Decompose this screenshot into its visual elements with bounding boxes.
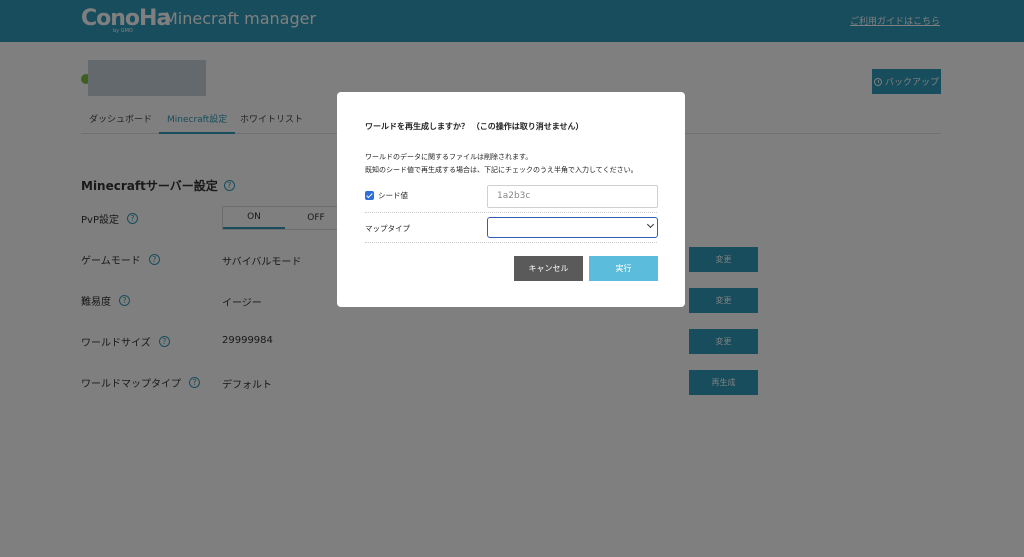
- map-type-select[interactable]: [487, 217, 658, 238]
- seed-checkbox[interactable]: [365, 191, 374, 200]
- run-button[interactable]: 実行: [589, 256, 658, 281]
- dialog-desc-line1: ワールドのデータに関するファイルは削除されます。: [365, 153, 533, 161]
- seed-input[interactable]: 1a2b3c: [487, 185, 658, 208]
- divider: [365, 212, 657, 213]
- regenerate-dialog: ワールドを再生成しますか？ （この操作は取り消せません） ワールドのデータに関す…: [337, 92, 685, 307]
- seed-label: シード値: [378, 191, 408, 200]
- chevron-down-icon: [646, 220, 655, 229]
- divider: [365, 242, 657, 243]
- dialog-title: ワールドを再生成しますか？ （この操作は取り消せません）: [365, 122, 584, 131]
- dialog-description: ワールドのデータに関するファイルは削除されます。 既知のシード値で再生成する場合…: [365, 151, 638, 177]
- dialog-desc-line2: 既知のシード値で再生成する場合は、下記にチェックのうえ半角で入力してください。: [365, 166, 638, 174]
- map-type-label: マップタイプ: [365, 224, 410, 233]
- cancel-button[interactable]: キャンセル: [514, 256, 583, 281]
- seed-checkbox-row[interactable]: シード値: [365, 190, 408, 201]
